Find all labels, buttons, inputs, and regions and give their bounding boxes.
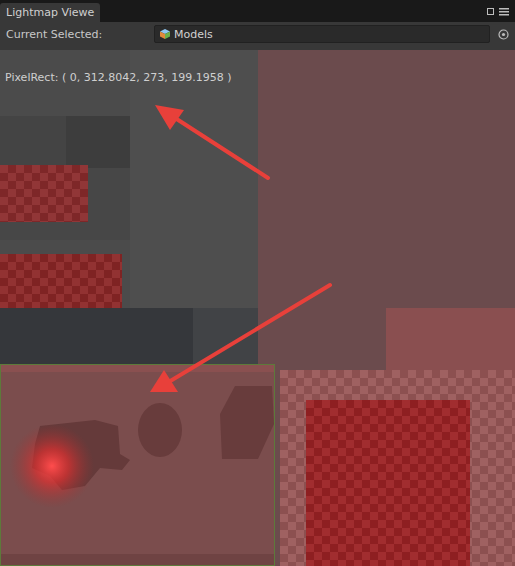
prefab-cube-icon xyxy=(159,28,171,40)
lightmap-chart-block xyxy=(193,308,258,364)
lightmap-shapes-icon xyxy=(0,364,275,566)
lightmap-chart-block xyxy=(130,50,258,308)
window-tab[interactable]: Lightmap Viewe xyxy=(0,3,100,22)
pixel-rect-readout: PixelRect: ( 0, 312.8042, 273, 199.1958 … xyxy=(5,71,231,84)
lightmap-chart-block xyxy=(306,400,470,566)
object-field-value: Models xyxy=(174,28,213,41)
toolbar: Current Selected: Models xyxy=(0,22,515,46)
lightmap-chart-block xyxy=(0,116,66,168)
tab-bar: Lightmap Viewe xyxy=(0,0,515,22)
maximize-icon[interactable] xyxy=(487,8,495,16)
lightmap-chart-block xyxy=(0,308,193,364)
menu-icon[interactable] xyxy=(499,7,509,16)
selected-lightmap-region[interactable] xyxy=(0,364,275,566)
annotation-arrows-icon xyxy=(0,50,515,566)
lightmap-viewer-window: Lightmap Viewe Current Selected: Models Pix… xyxy=(0,0,515,566)
lightmap-chart-block xyxy=(0,165,88,222)
object-picker-icon[interactable] xyxy=(498,29,509,40)
object-field[interactable]: Models xyxy=(154,25,490,43)
lightmap-canvas[interactable]: PixelRect: ( 0, 312.8042, 273, 199.1958 … xyxy=(0,50,515,566)
lightmap-chart-block xyxy=(66,116,130,168)
current-selected-label: Current Selected: xyxy=(6,28,146,41)
